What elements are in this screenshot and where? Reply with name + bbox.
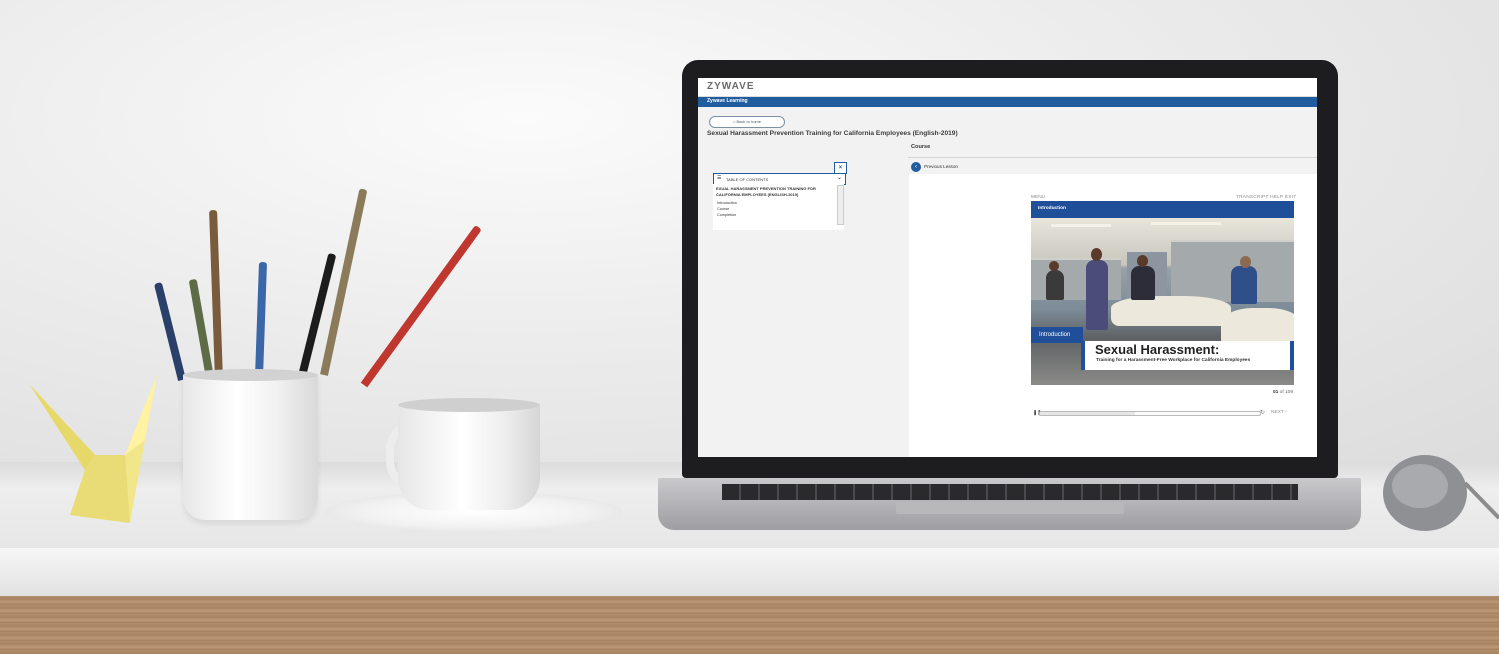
person [1131,266,1155,300]
slide-video[interactable]: Introduction Introduction Sexual Harassm… [1031,201,1294,385]
toc-item-course[interactable]: Course [717,207,729,211]
section-label: Course [911,144,931,150]
restart-icon[interactable]: ↻ [1260,409,1265,416]
person [1231,266,1257,304]
toc-item-completion[interactable]: Completion [717,213,736,217]
player-controls: ❚❚ ↻ NEXT › [1031,410,1294,416]
person [1046,270,1064,300]
back-to-home-label: Back to home [736,119,761,124]
toc-label: TABLE OF CONTENTS [726,176,769,182]
slide-header-title: Introduction [1038,206,1066,211]
intro-tag: Introduction [1031,327,1083,343]
divider [908,157,1317,158]
person-head [1091,248,1102,261]
keyboard [722,484,1298,500]
lesson-panel: MENU TRANSCRIPT HELP EXIT Introduction I… [909,174,1317,457]
origami-crane [30,375,157,523]
ceiling-light [1151,222,1221,225]
next-button[interactable]: NEXT › [1271,410,1287,415]
page-counter: 01 of 109 [1273,390,1293,395]
slide-title-card: Sexual Harassment: Training for a Harass… [1081,341,1294,370]
nav-title[interactable]: Zywave Learning [707,98,748,104]
desk-edge [0,548,1499,596]
wood-floor [0,596,1499,654]
toc-scrollbar[interactable] [837,185,844,225]
trackpad [896,502,1124,514]
previous-lesson-link[interactable]: Previous Lesson [924,164,958,169]
sunglasses [1383,455,1499,531]
pencil-cup [183,369,318,520]
player-menu-button[interactable]: MENU [1031,195,1045,200]
slide-header: Introduction [1031,201,1294,218]
app-header: ZYWAVE [698,78,1317,97]
toc-panel: EXUAL HARASSMENT PREVENTION TRAINING FOR… [713,184,844,230]
chevron-left-icon[interactable]: ‹ [911,162,921,172]
page-total: of 109 [1278,390,1294,395]
person-head [1049,261,1059,271]
seek-progress [1040,412,1135,415]
person-head [1240,256,1251,268]
list-icon: ☰ [717,175,722,181]
toc-heading[interactable]: EXUAL HARASSMENT PREVENTION TRAINING FOR… [716,186,834,197]
ceiling-light [1051,224,1111,227]
nav-bar: Zywave Learning [698,97,1317,107]
back-to-home-button[interactable]: ⌂ Back to home [709,116,785,128]
player-top-links[interactable]: TRANSCRIPT HELP EXIT [1236,195,1296,200]
person [1086,260,1108,330]
laptop-screen: ZYWAVE Zywave Learning ⌂ Back to home Se… [698,78,1317,457]
desk [1111,296,1231,326]
person-head [1137,255,1148,267]
course-title: Sexual Harassment Prevention Training fo… [707,130,958,137]
chevron-down-icon: ⌄ [836,175,842,181]
zywave-logo[interactable]: ZYWAVE [707,81,754,92]
slide-title: Sexual Harassment: [1095,342,1220,357]
coffee-cup [398,398,540,510]
seek-bar[interactable] [1039,411,1261,416]
toc-item-introduction[interactable]: Introduction [717,201,737,205]
slide-subtitle: Training for a Harassment-Free Workplace… [1096,358,1251,363]
